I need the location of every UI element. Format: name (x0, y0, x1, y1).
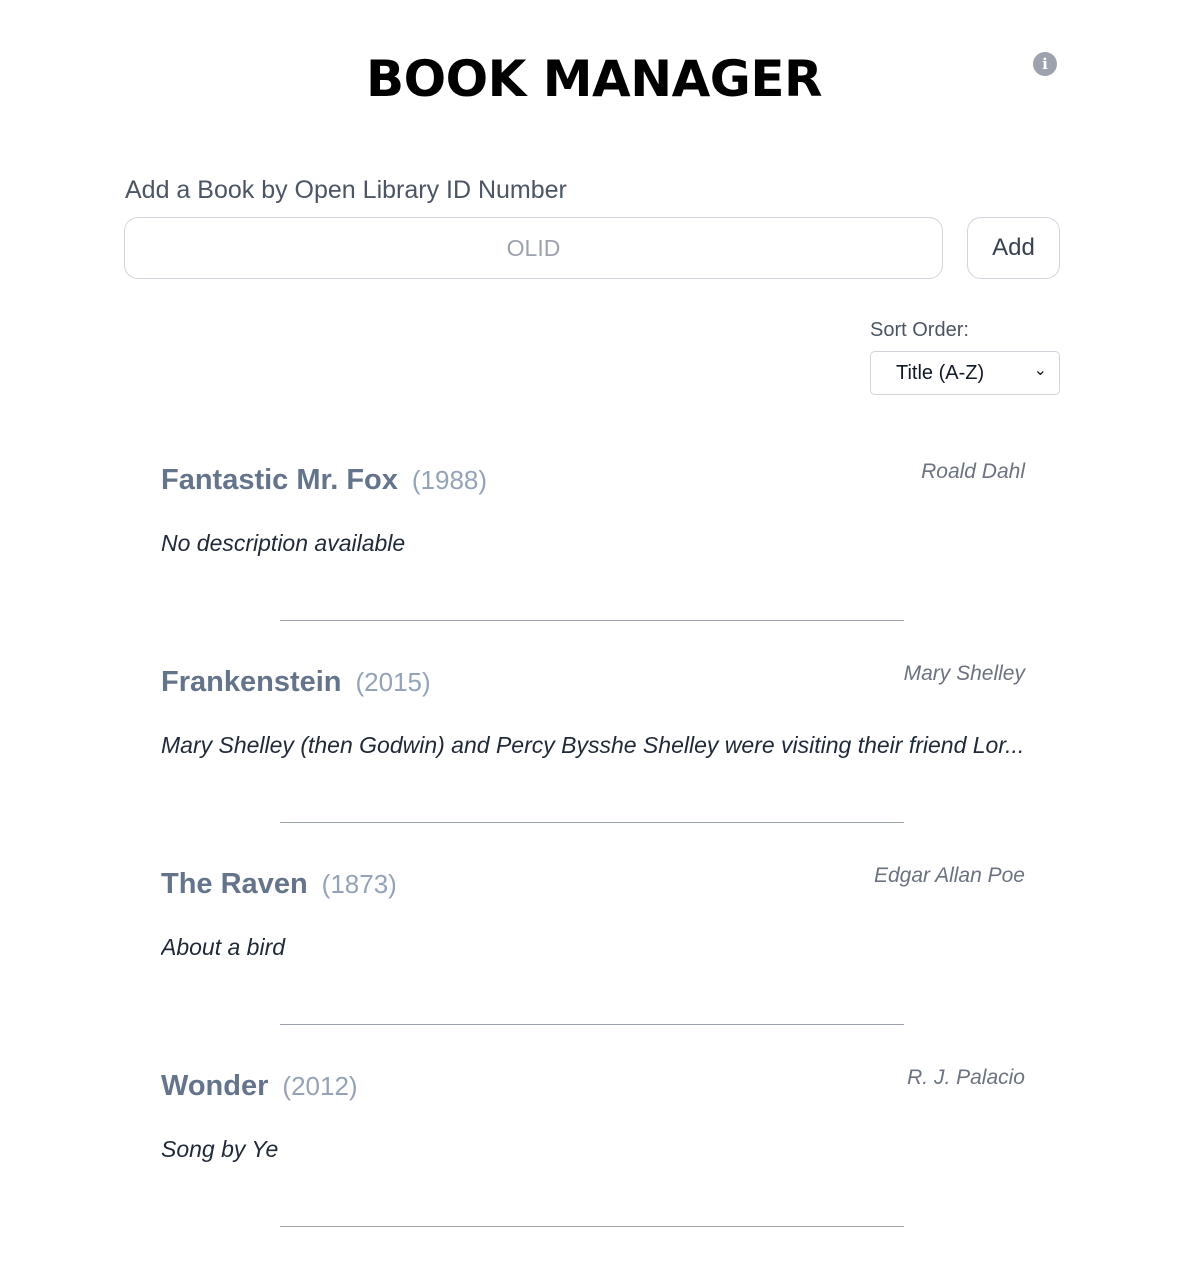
book-description: Mary Shelley (then Godwin) and Percy Bys… (161, 732, 1025, 758)
book-year: (1988) (411, 465, 488, 495)
divider (280, 620, 904, 621)
book-item[interactable]: Frankenstein (2015) Mary Shelley Mary She… (161, 658, 1025, 858)
book-description: No description available (161, 530, 406, 556)
page-title: BOOK MANAGER (366, 50, 822, 108)
book-description: Song by Ye (161, 1136, 279, 1162)
divider (280, 822, 904, 823)
book-title: Fantastic Mr. Fox (1988) (161, 464, 487, 497)
info-icon[interactable]: i (1033, 52, 1057, 76)
olid-input[interactable] (124, 217, 943, 279)
book-author: R. J. Palacio (907, 1066, 1025, 1089)
book-author: Edgar Allan Poe (874, 864, 1025, 887)
book-title: Frankenstein (2015) (161, 666, 431, 699)
add-book-label: Add a Book by Open Library ID Number (125, 176, 567, 204)
book-year: (2015) (355, 667, 431, 697)
book-item[interactable]: Wonder (2012) R. J. Palacio Song by Ye (161, 1062, 1025, 1262)
sort-order-value: Title (A-Z) (896, 362, 985, 384)
book-title: The Raven (1873) (161, 868, 397, 901)
chevron-down-icon: ⌄ (1033, 362, 1047, 379)
add-button[interactable]: Add (967, 217, 1060, 279)
book-title-text: The Raven (161, 868, 308, 900)
divider (280, 1024, 904, 1025)
book-title-text: Fantastic Mr. Fox (161, 464, 398, 496)
book-title-text: Wonder (161, 1070, 269, 1102)
book-title: Wonder (2012) (161, 1070, 358, 1103)
sort-order-label: Sort Order: (870, 319, 969, 341)
book-item[interactable]: The Raven (1873) Edgar Allan Poe About a … (161, 860, 1025, 1060)
book-title-text: Frankenstein (161, 666, 342, 698)
book-author: Roald Dahl (921, 460, 1025, 483)
book-year: (1873) (321, 869, 397, 899)
book-description: About a bird (161, 934, 286, 960)
book-item[interactable]: Fantastic Mr. Fox (1988) Roald Dahl No de… (161, 456, 1025, 656)
book-year: (2012) (282, 1071, 358, 1101)
divider (280, 1226, 904, 1227)
book-author: Mary Shelley (903, 662, 1025, 685)
sort-order-select[interactable]: Title (A-Z) ⌄ (870, 351, 1060, 395)
